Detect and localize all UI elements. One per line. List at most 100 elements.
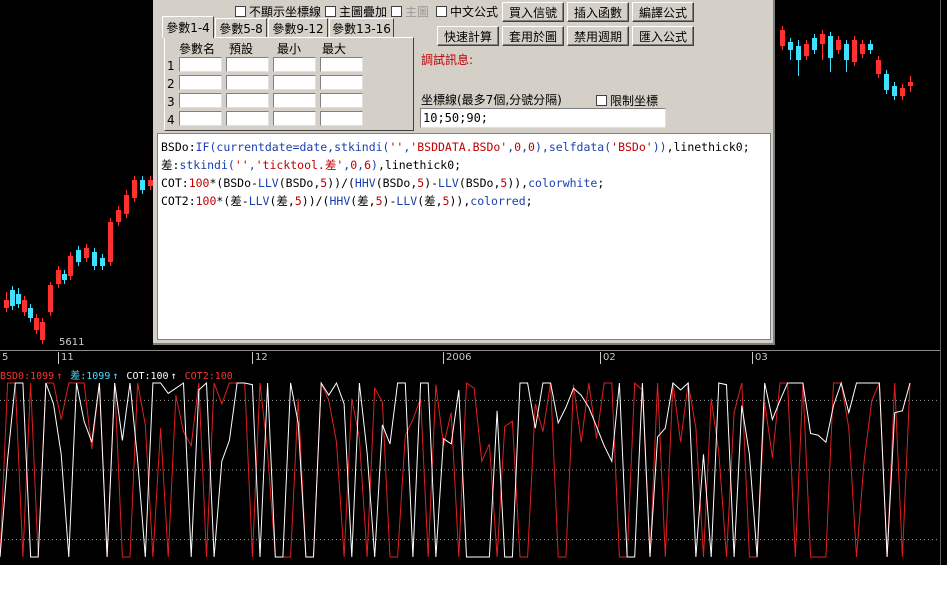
indicator-panel[interactable]: [0, 365, 940, 565]
candle-body: [820, 34, 825, 44]
legend-cot2: COT2:100: [184, 371, 233, 382]
code-token: colorred: [470, 194, 526, 208]
param-row-number: 3: [167, 95, 175, 109]
code-token: *(差-: [216, 194, 249, 208]
candle-body: [116, 210, 121, 222]
code-token: IF(currentdate=date,stkindi(: [195, 140, 390, 154]
chinese-formula-label: 中文公式: [450, 5, 499, 19]
candle-body: [828, 36, 833, 58]
candle-body: [92, 252, 97, 266]
axis-label-02: 02: [600, 352, 616, 364]
candle-body: [76, 250, 81, 262]
chart-right-edge: [940, 0, 947, 565]
candle-body: [10, 290, 15, 306]
code-token: '': [234, 158, 249, 172]
candle-body: [84, 248, 89, 258]
coord-lines-input[interactable]: 10;50;90;: [420, 108, 666, 128]
candle-body: [868, 44, 873, 50]
checkbox-box: [391, 6, 402, 17]
param-default-input[interactable]: [226, 57, 269, 72]
param-name-input[interactable]: [179, 75, 222, 90]
param-min-input[interactable]: [273, 111, 316, 126]
candle-body: [860, 44, 865, 54]
candle-body: [836, 40, 841, 50]
checkbox-box: [436, 6, 447, 17]
candle-body: [124, 195, 129, 214]
candle-body: [804, 44, 809, 56]
param-min-input[interactable]: [273, 93, 316, 108]
main-chart-checkbox[interactable]: 主圖: [391, 3, 429, 20]
checkbox-box: [596, 95, 607, 106]
code-token: 100: [195, 194, 217, 208]
tab-params-5-8[interactable]: 參數5-8: [215, 18, 267, 37]
candle-body: [108, 222, 113, 262]
code-token: *(BSDo-: [209, 176, 258, 190]
disable-period-button[interactable]: 禁用週期: [567, 26, 629, 46]
legend-cha: 差:1099: [70, 371, 111, 382]
limit-coord-label: 限制坐標: [610, 94, 659, 108]
candle-body: [884, 74, 889, 90]
legend-cot: COT:100: [126, 371, 169, 382]
buy-signal-button[interactable]: 買入信號: [502, 2, 564, 22]
code-token: )-: [382, 194, 397, 208]
candle-body: [16, 294, 21, 304]
tab-params-9-12[interactable]: 參數9-12: [268, 18, 328, 37]
code-token: ,: [248, 158, 256, 172]
tab-params-1-4[interactable]: 參數1-4: [162, 16, 214, 38]
param-default-input[interactable]: [226, 93, 269, 108]
param-max-input[interactable]: [320, 93, 363, 108]
code-token: COT2:: [161, 194, 196, 208]
code-line: BSDo:IF(currentdate=date,stkindi('', 'BSD…: [161, 138, 767, 156]
candle-body: [28, 308, 33, 318]
param-max-input[interactable]: [320, 57, 363, 72]
param-name-input[interactable]: [179, 93, 222, 108]
code-token: COT:: [161, 176, 189, 190]
candle-body: [876, 60, 881, 74]
code-line: COT2:100*(差-LLV(差,5))/(HHV(差,5)-LLV(差,5)…: [161, 192, 767, 210]
param-min-input[interactable]: [273, 57, 316, 72]
candle-body: [4, 300, 9, 308]
tab-params-13-16[interactable]: 參數13-16: [329, 18, 394, 37]
code-token: 'BSDo': [611, 140, 653, 154]
param-max-input[interactable]: [320, 111, 363, 126]
param-row-number: 1: [167, 59, 175, 73]
code-token: LLV: [257, 176, 279, 190]
price-low-label: 5611: [59, 337, 85, 348]
code-token: ;: [597, 176, 605, 190]
param-name-input[interactable]: [179, 57, 222, 72]
param-min-input[interactable]: [273, 75, 316, 90]
param-default-input[interactable]: [226, 111, 269, 126]
formula-code-editor[interactable]: BSDo:IF(currentdate=date,stkindi('','BSD…: [157, 133, 771, 340]
param-row-number: 2: [167, 77, 175, 91]
edit-formula-button[interactable]: 編譯公式: [632, 2, 694, 22]
code-line: 差:stkindi('','ticktool.差',0,6),linethick…: [161, 156, 767, 174]
axis-label-5: 5: [2, 352, 9, 363]
code-token: ,linethick0;: [666, 140, 750, 154]
quick-calc-button[interactable]: 快速計算: [437, 26, 499, 46]
indicator-legend: BSD0:1099 ↑ 差:1099 ↑ COT:100 ↑ COT2:100: [0, 367, 235, 382]
code-token: HHV: [329, 194, 351, 208]
main-chart-label: 主圖: [405, 5, 430, 19]
import-formula-button[interactable]: 匯入公式: [632, 26, 694, 46]
code-token: )),: [507, 176, 529, 190]
candle-body: [796, 46, 801, 60]
code-token: HHV: [354, 176, 376, 190]
param-default-input[interactable]: [226, 75, 269, 90]
limit-coord-checkbox[interactable]: 限制坐標: [596, 92, 658, 109]
candle-body: [100, 258, 105, 266]
candle-body: [48, 285, 53, 312]
code-token: (BSDo,: [375, 176, 418, 190]
code-token: (BSDo,: [278, 176, 321, 190]
param-max-input[interactable]: [320, 75, 363, 90]
candle-body: [34, 318, 39, 330]
code-token: (差,: [350, 194, 376, 208]
candle-body: [140, 180, 145, 190]
candle-body: [68, 256, 73, 276]
apply-chart-button[interactable]: 套用於圖: [502, 26, 564, 46]
checkbox-box: [325, 6, 336, 17]
chinese-formula-checkbox[interactable]: 中文公式: [436, 3, 498, 20]
param-name-input[interactable]: [179, 111, 222, 126]
code-token: 0: [528, 140, 535, 154]
insert-function-button[interactable]: 插入函數: [567, 2, 629, 22]
code-token: ))/(: [327, 176, 355, 190]
